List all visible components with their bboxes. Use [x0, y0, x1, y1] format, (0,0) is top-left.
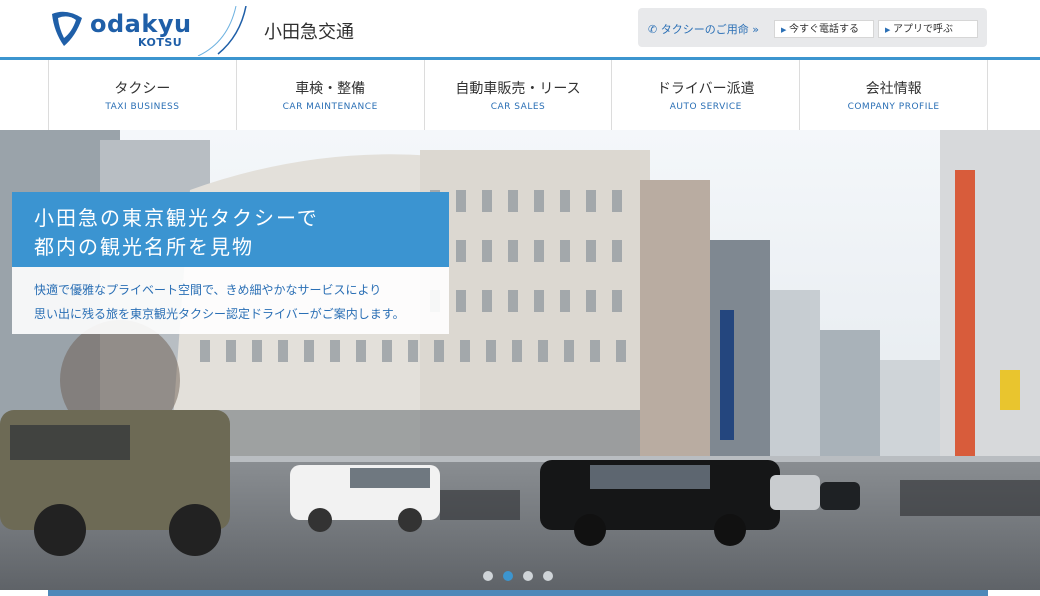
taxi-order-label: ✆ タクシーのご用命 » [648, 21, 759, 37]
nav-maintenance-ja: 車検・整備 [295, 81, 366, 97]
taxi-order-text: タクシーのご用命 [660, 23, 749, 36]
nav-car-sales-ja: 自動車販売・リース [455, 81, 581, 97]
hero-headline-panel: 小田急の東京観光タクシーで 都内の観光名所を見物 [12, 192, 449, 267]
header: odakyu KOTSU 小田急交通 ✆ タクシーのご用命 » ▶ 今すぐ電話す… [0, 0, 1040, 58]
call-now-label: 今すぐ電話する [789, 24, 859, 35]
nav-taxi-ja: タクシー [114, 81, 171, 97]
logo-wordmark: odakyu [90, 10, 192, 38]
triangle-right-icon: ▶ [781, 26, 787, 34]
utility-bar: ✆ タクシーのご用命 » ▶ 今すぐ電話する ▶ アプリで呼ぶ [638, 8, 987, 47]
hero-subtext-line1: 快適で優雅なプライベート空間で、きめ細やかなサービスにより [34, 283, 382, 297]
nav-maintenance-en: CAR MAINTENANCE [282, 102, 378, 112]
nav-maintenance[interactable]: 車検・整備 CAR MAINTENANCE [235, 60, 424, 130]
nav-company-profile[interactable]: 会社情報 COMPANY PROFILE [799, 60, 988, 130]
main-nav: タクシー TAXI BUSINESS 車検・整備 CAR MAINTENANCE… [48, 60, 988, 130]
slider-dot-3[interactable] [523, 571, 533, 581]
nav-car-sales[interactable]: 自動車販売・リース CAR SALES [423, 60, 612, 130]
logo-subtitle: KOTSU [138, 36, 183, 49]
call-now-button[interactable]: ▶ 今すぐ電話する [774, 20, 874, 38]
slider-pagination [483, 571, 553, 581]
nav-car-sales-en: CAR SALES [490, 102, 546, 112]
nav-company-profile-ja: 会社情報 [865, 81, 922, 97]
app-call-label: アプリで呼ぶ [893, 24, 953, 35]
slider-dot-1[interactable] [483, 571, 493, 581]
lower-banner-strip [48, 590, 988, 596]
hero-subtext-line2: 思い出に残る旅を東京観光タクシー認定ドライバーがご案内します。 [34, 307, 405, 321]
app-call-button[interactable]: ▶ アプリで呼ぶ [878, 20, 978, 38]
hero-subtext-panel: 快適で優雅なプライベート空間で、きめ細やかなサービスにより 思い出に残る旅を東京… [12, 267, 449, 334]
nav-company-profile-en: COMPANY PROFILE [847, 102, 940, 112]
nav-taxi[interactable]: タクシー TAXI BUSINESS [48, 60, 236, 130]
slider-dot-4[interactable] [543, 571, 553, 581]
nav-driver-dispatch-ja: ドライバー派遣 [656, 81, 755, 97]
hero-headline-line2: 都内の観光名所を見物 [34, 235, 254, 259]
double-chevron-icon: » [752, 23, 759, 36]
triangle-right-icon: ▶ [885, 26, 891, 34]
nav-taxi-en: TAXI BUSINESS [105, 102, 180, 112]
nav-driver-dispatch-en: AUTO SERVICE [669, 102, 742, 112]
slider-dot-2[interactable] [503, 571, 513, 581]
phone-icon: ✆ [648, 23, 658, 36]
logo[interactable]: odakyu KOTSU [48, 6, 248, 56]
nav-driver-dispatch[interactable]: ドライバー派遣 AUTO SERVICE [611, 60, 799, 130]
company-name: 小田急交通 [264, 22, 354, 43]
hero-headline-line1: 小田急の東京観光タクシーで [34, 206, 319, 230]
